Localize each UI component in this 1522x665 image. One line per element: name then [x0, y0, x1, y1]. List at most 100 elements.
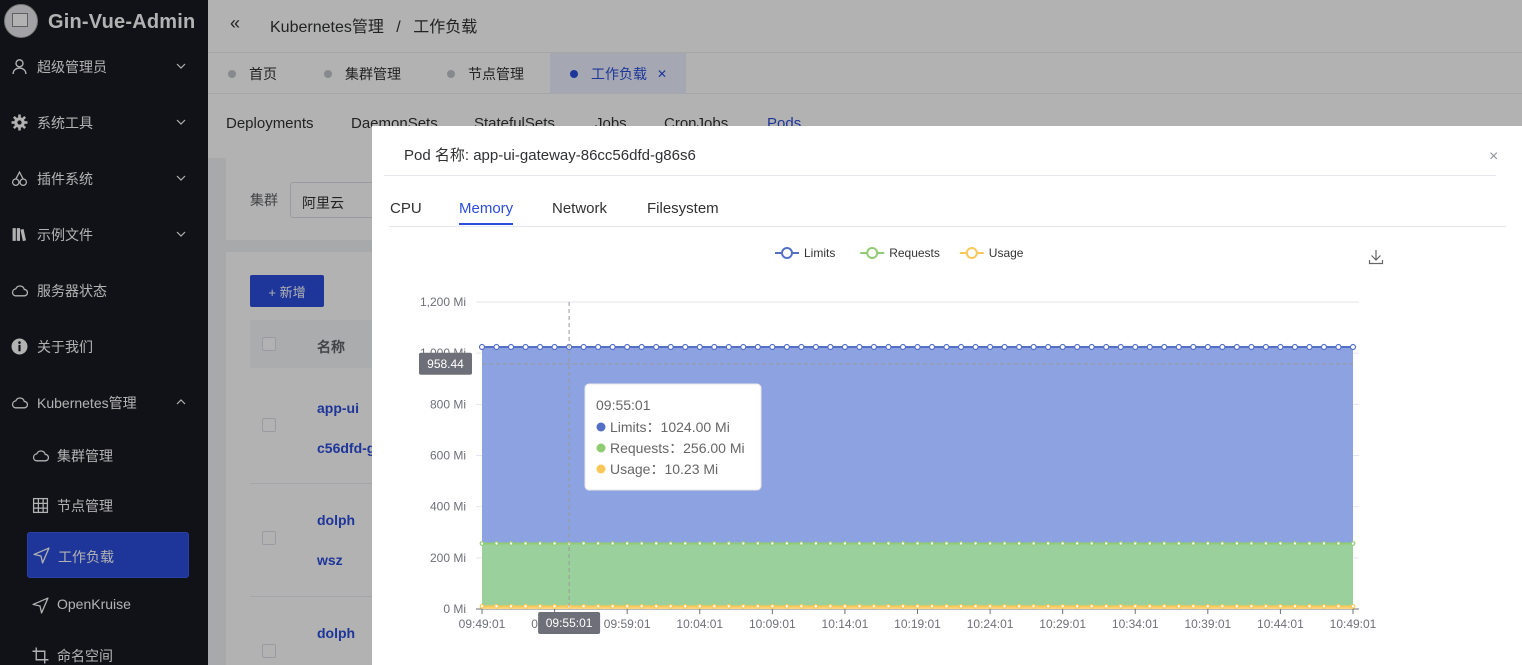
data-point [624, 603, 630, 609]
data-point [987, 541, 993, 546]
data-point [1103, 541, 1109, 546]
data-point [1307, 541, 1312, 546]
data-point [1161, 603, 1167, 609]
data-point [973, 541, 978, 546]
data-point [1089, 603, 1095, 609]
data-point [537, 541, 543, 546]
tab-filesystem[interactable]: Filesystem [647, 200, 719, 217]
data-point [784, 541, 790, 546]
data-point [1234, 541, 1240, 546]
data-point [668, 603, 674, 609]
data-point [1336, 541, 1341, 546]
data-point [653, 603, 659, 609]
data-point [609, 343, 616, 351]
data-point [493, 343, 500, 351]
data-point [1016, 541, 1022, 546]
data-point [842, 541, 848, 546]
data-point [900, 541, 906, 546]
data-point [537, 603, 543, 609]
data-point [1002, 603, 1007, 609]
data-point [1161, 541, 1167, 546]
data-point [900, 603, 906, 609]
data-point [1031, 603, 1037, 609]
data-point [1074, 343, 1081, 351]
area-requests [482, 543, 1353, 609]
chart-tooltip: 09:55:01 Limits：1024.00 Mi Requests：256.00… [584, 383, 762, 491]
data-point [508, 603, 514, 609]
data-point [595, 343, 602, 351]
tooltip-row: Limits：1024.00 Mi [610, 419, 730, 435]
data-point [1219, 603, 1225, 609]
data-point [726, 603, 732, 609]
data-point [1262, 343, 1270, 351]
tab-memory[interactable]: Memory [459, 200, 513, 217]
tab-network[interactable]: Network [552, 200, 607, 217]
data-point [682, 541, 688, 546]
data-point [725, 343, 732, 351]
data-point [783, 343, 790, 351]
legend-item-requests: Requests [860, 246, 940, 260]
data-point [1350, 603, 1356, 609]
data-point [1016, 603, 1022, 609]
data-point [1306, 343, 1313, 351]
data-point [697, 603, 703, 609]
data-point [479, 541, 485, 546]
data-point [885, 343, 892, 351]
data-point [1350, 541, 1356, 546]
memory-chart[interactable]: 0 Mi200 Mi400 Mi600 Mi800 Mi1,000 Mi1,20… [372, 236, 1522, 665]
data-point [943, 343, 950, 351]
data-point [1320, 343, 1328, 351]
x-tick-label: 10:09:01 [749, 617, 796, 631]
data-point [842, 603, 848, 609]
data-point [1074, 603, 1080, 609]
data-point [929, 541, 935, 546]
tab-cpu[interactable]: CPU [390, 200, 422, 217]
data-point [957, 343, 965, 351]
tooltip-row: Requests：256.00 Mi [610, 440, 745, 456]
data-point [886, 603, 891, 609]
dialog-divider [384, 175, 1496, 176]
data-point [479, 603, 485, 609]
x-tick-label: 10:24:01 [967, 617, 1014, 631]
data-point [1336, 603, 1341, 609]
data-point [1292, 541, 1298, 546]
data-point [1030, 343, 1037, 351]
y-tick-label: 800 Mi [430, 397, 466, 411]
data-point [1176, 603, 1182, 609]
data-point [581, 603, 587, 609]
data-point [523, 603, 528, 609]
data-point [610, 603, 616, 609]
data-point [581, 541, 587, 546]
tooltip-marker [596, 443, 606, 453]
data-point [1233, 343, 1240, 351]
data-point [1146, 343, 1153, 351]
y-tick-label: 200 Mi [430, 551, 466, 565]
data-point [1248, 343, 1255, 351]
data-point [1060, 603, 1066, 609]
data-point [1278, 603, 1283, 609]
data-point [1292, 603, 1298, 609]
tooltip-marker [596, 422, 606, 432]
data-point [754, 343, 761, 351]
data-point [638, 343, 645, 351]
data-point [1002, 541, 1007, 546]
close-icon[interactable]: × [1489, 148, 1498, 166]
y-tick-label: 400 Mi [430, 500, 466, 514]
data-point [653, 343, 660, 351]
data-point [798, 603, 804, 609]
data-point [1307, 603, 1312, 609]
x-tick-label: 09:59:01 [604, 617, 651, 631]
data-point [1147, 603, 1153, 609]
data-point [494, 603, 499, 609]
chart-legend: Limits Requests Usage [775, 246, 1024, 260]
legend-marker [866, 247, 879, 259]
legend-label: Limits [804, 246, 835, 260]
x-tick-label: 10:04:01 [676, 617, 723, 631]
legend-marker [965, 247, 978, 259]
tooltip-row: Usage：10.23 Mi [610, 461, 718, 477]
data-point [1059, 343, 1066, 351]
data-point [711, 541, 717, 546]
data-point [1263, 541, 1269, 546]
data-point [682, 603, 688, 609]
data-point [522, 343, 529, 351]
